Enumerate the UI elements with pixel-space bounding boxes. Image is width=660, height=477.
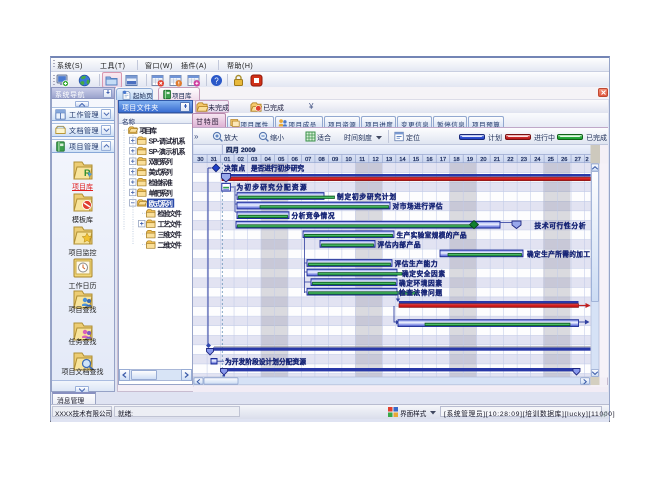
svg-text:工艺文件: 工艺文件	[158, 220, 182, 229]
svg-text:SP-演示机系: SP-演示机系	[149, 147, 186, 156]
svg-text:评估生产能力: 评估生产能力	[395, 259, 438, 268]
svg-text:14: 14	[399, 157, 405, 163]
svg-text:17: 17	[440, 157, 446, 163]
svg-text:11: 11	[359, 157, 365, 163]
svg-text:07: 07	[305, 157, 311, 163]
svg-text:分析竞争情况: 分析竞争情况	[292, 211, 335, 220]
svg-text:确定安全因素: 确定安全因素	[402, 269, 445, 278]
svg-text:双肥系列: 双肥系列	[149, 157, 173, 166]
svg-text:检查法律问题: 检查法律问题	[399, 288, 442, 297]
svg-text:是否进行初步研究: 是否进行初步研究	[250, 163, 304, 172]
svg-text:四月: 四月	[226, 146, 239, 154]
svg-text:单肥系列: 单肥系列	[149, 188, 173, 197]
svg-text:12: 12	[372, 157, 378, 163]
svg-text:10: 10	[346, 157, 352, 163]
svg-text:30: 30	[197, 157, 203, 163]
svg-text:检验标准: 检验标准	[149, 178, 173, 187]
svg-text:25: 25	[548, 157, 554, 163]
svg-text:20: 20	[480, 157, 486, 163]
svg-text:对市场进行评估: 对市场进行评估	[393, 202, 443, 211]
svg-text:SP-调试机系: SP-调试机系	[149, 136, 186, 145]
svg-text:05: 05	[278, 157, 284, 163]
svg-text:技术可行性分析: 技术可行性分析	[535, 221, 586, 230]
svg-text:24: 24	[534, 157, 540, 163]
svg-text:18: 18	[453, 157, 459, 163]
svg-text:确定生产所需的加工: 确定生产所需的加工	[527, 250, 590, 259]
svg-text:生产实验室规模的产品: 生产实验室规模的产品	[397, 230, 467, 239]
svg-text:01: 01	[224, 157, 230, 163]
svg-text:08: 08	[319, 157, 325, 163]
svg-text:13: 13	[386, 157, 392, 163]
svg-text:23: 23	[521, 157, 527, 163]
svg-text:评估内部产品: 评估内部产品	[378, 240, 421, 249]
svg-text:26: 26	[561, 157, 567, 163]
svg-text:决策点: 决策点	[224, 163, 245, 172]
svg-text:制定初步研究计划: 制定初步研究计划	[337, 192, 396, 201]
svg-text:欧式系列: 欧式系列	[149, 199, 173, 208]
svg-text:2009: 2009	[241, 147, 256, 154]
svg-text:04: 04	[265, 157, 271, 163]
svg-text:确定环境因素: 确定环境因素	[399, 278, 442, 287]
svg-text:09: 09	[332, 157, 338, 163]
svg-text:22: 22	[507, 157, 513, 163]
svg-text:检验文件: 检验文件	[158, 209, 182, 218]
svg-text:27: 27	[575, 157, 581, 163]
svg-text:2: 2	[585, 157, 588, 163]
svg-text:美式系列: 美式系列	[149, 168, 173, 177]
svg-text:03: 03	[251, 157, 257, 163]
svg-text:02: 02	[238, 157, 244, 163]
svg-text:21: 21	[494, 157, 500, 163]
svg-text:16: 16	[426, 157, 432, 163]
svg-text:?: ?	[214, 76, 219, 85]
svg-text:项目库: 项目库	[140, 126, 157, 135]
svg-text:15: 15	[413, 157, 419, 163]
svg-text:31: 31	[211, 157, 217, 163]
svg-text:二维文件: 二维文件	[158, 240, 182, 249]
svg-text:06: 06	[292, 157, 298, 163]
svg-text:为初步研究分配资源: 为初步研究分配资源	[237, 183, 307, 192]
svg-text:19: 19	[467, 157, 473, 163]
svg-text:三维文件: 三维文件	[158, 230, 182, 239]
svg-text:为开发阶段设计划分配资源: 为开发阶段设计划分配资源	[225, 357, 306, 366]
